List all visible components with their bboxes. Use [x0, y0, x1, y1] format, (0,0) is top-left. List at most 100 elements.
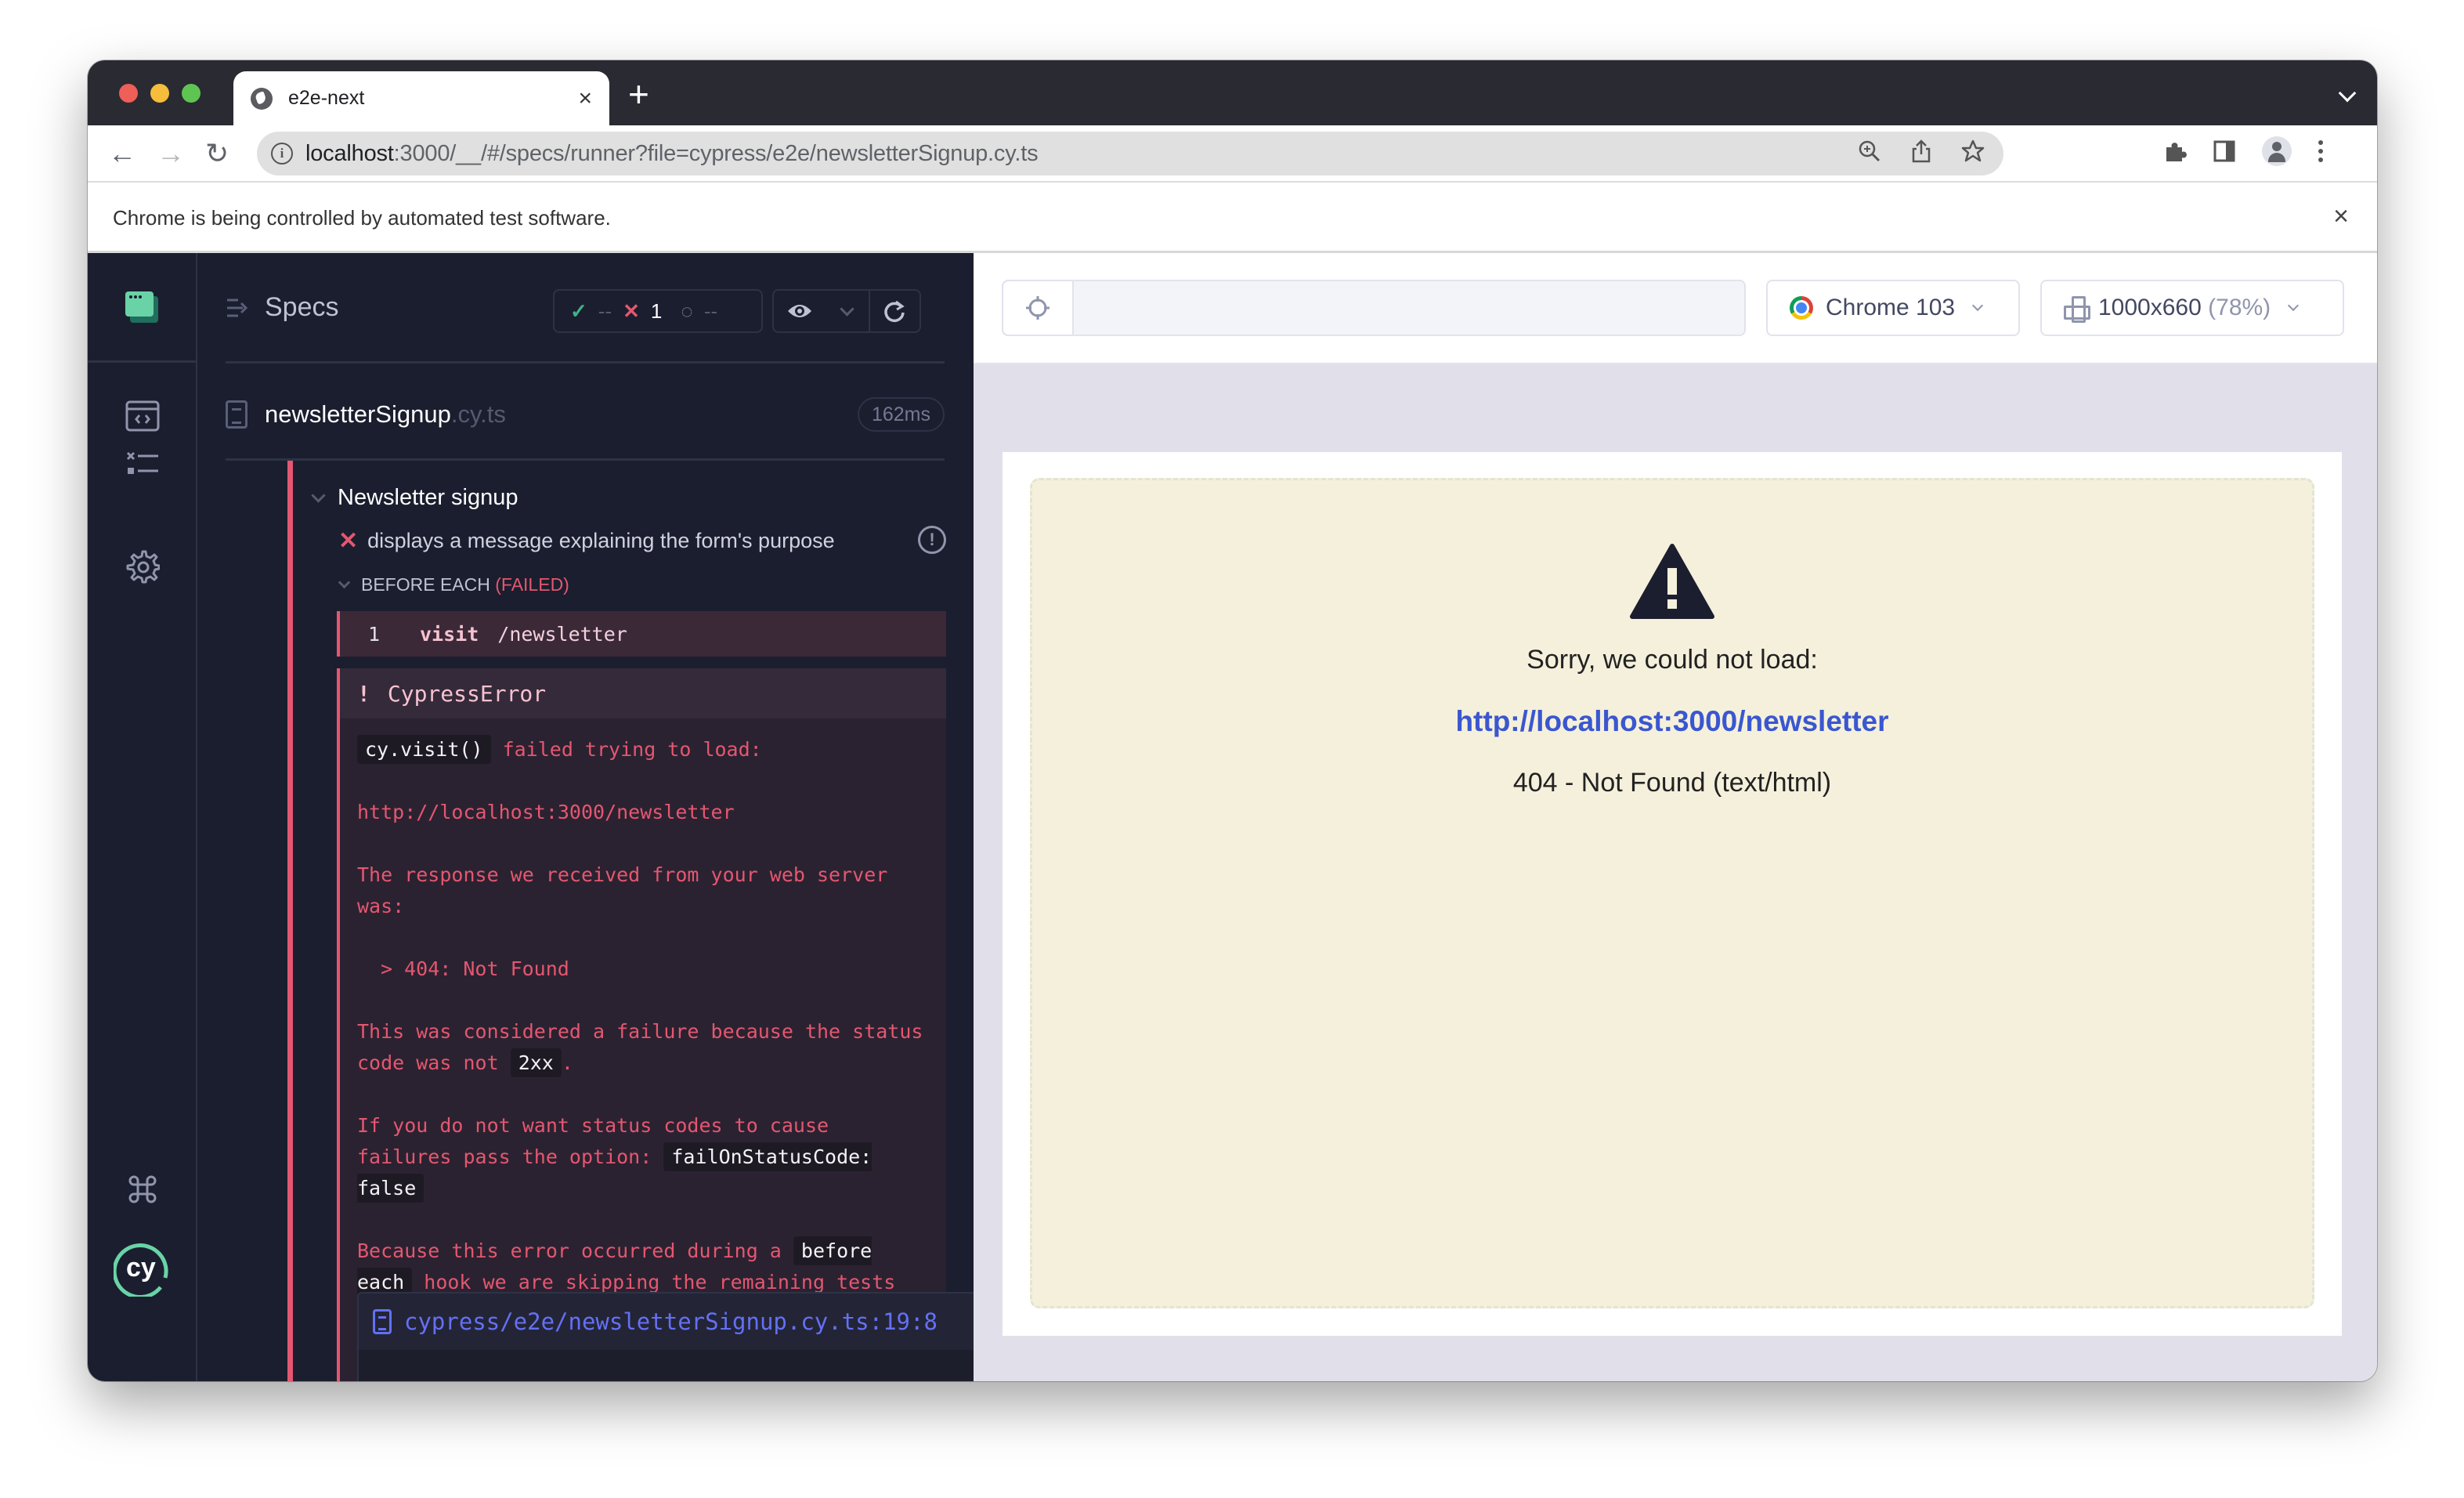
spec-file-ext: .cy.ts [450, 400, 506, 428]
specs-label: Specs [265, 292, 339, 322]
options-dropdown[interactable] [825, 291, 868, 331]
close-icon[interactable]: × [578, 86, 592, 110]
address-bar[interactable]: i localhost:3000/__/#/specs/runner?file=… [257, 132, 2003, 175]
close-window-button[interactable] [119, 84, 138, 103]
suite-row[interactable]: Newsletter signup [311, 485, 518, 511]
star-icon[interactable] [1961, 139, 1985, 163]
command-row[interactable]: 1 visit /newsletter [337, 611, 946, 657]
sidenav-item-specs[interactable] [88, 400, 197, 432]
error-bang-icon: ! [357, 680, 370, 707]
automation-infobar: Chrome is being controlled by automated … [88, 183, 2377, 253]
test-stats: ✓ -- ✕ 1 ◌ -- [553, 289, 763, 333]
x-icon: ✕ [623, 299, 640, 323]
eye-button[interactable] [774, 291, 825, 331]
sidenav-item-settings[interactable] [88, 549, 197, 584]
url-text[interactable]: localhost:3000/__/#/specs/runner?file=cy… [305, 141, 1039, 167]
url-display-input[interactable] [1074, 281, 1744, 335]
kebab-menu-icon[interactable] [2318, 140, 2323, 162]
spec-file-name: newsletterSignup [265, 400, 451, 428]
browser-label: Chrome 103 [1826, 295, 1956, 320]
avatar-icon[interactable] [2262, 136, 2292, 166]
sidenav-item-runs[interactable] [88, 450, 197, 479]
zoom-in-icon[interactable] [1858, 139, 1881, 163]
infobar-message: Chrome is being controlled by automated … [113, 206, 611, 230]
ruler-icon [2064, 296, 2090, 323]
rerun-button[interactable] [870, 291, 919, 331]
code-window-icon [125, 400, 160, 432]
chevron-down-icon [839, 301, 854, 317]
viewport-selector[interactable]: 1000x660 (78%) [2040, 280, 2344, 336]
browser-window: e2e-next × + ← → ↻ i localhost:3000/__/#… [88, 60, 2377, 1381]
command-name: visit [420, 622, 479, 646]
app-under-test-panel: Chrome 103 1000x660 (78%) Sorry, we coul… [974, 253, 2377, 1381]
browser-selector[interactable]: Chrome 103 [1766, 280, 2020, 336]
test-row[interactable]: ✕ displays a message explaining the form… [338, 526, 946, 555]
hook-text: Because this error occurred during a [357, 1239, 782, 1262]
spec-file-row: newsletterSignup .cy.ts 162ms [226, 391, 945, 438]
suite-title: Newsletter signup [338, 485, 518, 510]
selector-playground [1002, 280, 1746, 336]
pending-icon: ◌ [681, 299, 693, 323]
viewport-size: 1000x660 [2098, 295, 2202, 320]
failed-count: 1 [650, 299, 663, 323]
code-frame-path: cypress/e2e/newsletterSignup.cy.ts:19:8 [404, 1308, 938, 1335]
aut-header: Chrome 103 1000x660 (78%) [974, 253, 2377, 364]
document-icon [373, 1309, 392, 1334]
alert-circle-icon[interactable]: ! [918, 526, 946, 554]
specs-toggle[interactable]: Specs [226, 292, 339, 323]
failed-url-link[interactable]: http://localhost:3000/newsletter [1455, 705, 1888, 738]
reporter-header: Specs ✓ -- ✕ 1 ◌ -- [197, 253, 974, 364]
chevron-down-icon[interactable] [2338, 84, 2357, 103]
viewport-scale: (78%) [2208, 295, 2271, 320]
browser-toolbar: ← → ↻ i localhost:3000/__/#/specs/runner… [88, 125, 2377, 183]
close-icon[interactable]: × [2333, 201, 2349, 232]
error-name: CypressError [387, 680, 547, 707]
specs-list-icon [227, 299, 248, 317]
command-icon [128, 1175, 157, 1203]
test-list-icon [126, 451, 158, 474]
arrow-right-icon[interactable]: → [157, 139, 185, 168]
chevron-down-icon [1972, 299, 1984, 312]
side-panel-icon[interactable] [2213, 139, 2235, 163]
status-code: 2xx [510, 1048, 562, 1077]
spec-duration-badge: 162ms [857, 397, 945, 432]
hook-row[interactable]: BEFORE EACH (FAILED) [338, 574, 569, 595]
command-number: 1 [368, 622, 381, 646]
sidenav-app-logo[interactable] [88, 253, 196, 363]
response-status: > 404: Not Found [381, 957, 569, 980]
arrow-left-icon[interactable]: ← [108, 139, 136, 168]
chrome-icon [1790, 296, 1813, 320]
cypress-app: cy Specs ✓ -- ✕ 1 ◌ -- newsletterSignup … [88, 253, 2377, 1381]
selector-playground-button[interactable] [1003, 281, 1074, 335]
info-icon[interactable]: i [271, 143, 293, 165]
minimize-window-button[interactable] [150, 84, 169, 103]
error-url: http://localhost:3000/newsletter [357, 801, 735, 823]
maximize-window-button[interactable] [182, 84, 201, 103]
tab-strip: e2e-next × + [88, 60, 2377, 125]
reload-icon[interactable]: ↻ [205, 139, 229, 168]
globe-icon [251, 87, 273, 110]
plus-icon[interactable]: + [628, 76, 649, 112]
browser-tab[interactable]: e2e-next × [233, 71, 609, 125]
code-frame-file-link[interactable]: cypress/e2e/newsletterSignup.cy.ts:19:8 [359, 1294, 974, 1350]
chevron-down-icon [2288, 299, 2300, 312]
load-error-page: Sorry, we could not load: http://localho… [1030, 478, 2314, 1308]
reporter-controls [772, 289, 921, 333]
error-header: ! CypressError [340, 668, 946, 718]
puzzle-icon[interactable] [2163, 139, 2187, 163]
cypress-logo-icon: cy [114, 1243, 168, 1297]
error-heading: Sorry, we could not load: [1526, 645, 1818, 675]
failed-indicator-bar [287, 461, 293, 1381]
gear-icon [126, 550, 160, 584]
crosshair-icon [1026, 296, 1050, 320]
code-frame-line: 17 | describe("Newsletter signup", () =>… [359, 1350, 974, 1381]
visit-text: failed trying to load: [502, 738, 762, 761]
share-icon[interactable] [1911, 139, 1931, 163]
code-frame: cypress/e2e/newsletterSignup.cy.ts:19:8 … [357, 1292, 974, 1381]
cypress-logo[interactable]: cy [88, 1239, 197, 1297]
reporter-panel: Specs ✓ -- ✕ 1 ◌ -- newsletterSignup .cy… [197, 253, 974, 1381]
checkmark-icon: ✓ [570, 299, 587, 323]
svg-text:cy: cy [126, 1253, 156, 1283]
test-title: displays a message explaining the form's… [367, 529, 835, 552]
sidenav-keyboard-shortcuts[interactable] [88, 1174, 197, 1204]
